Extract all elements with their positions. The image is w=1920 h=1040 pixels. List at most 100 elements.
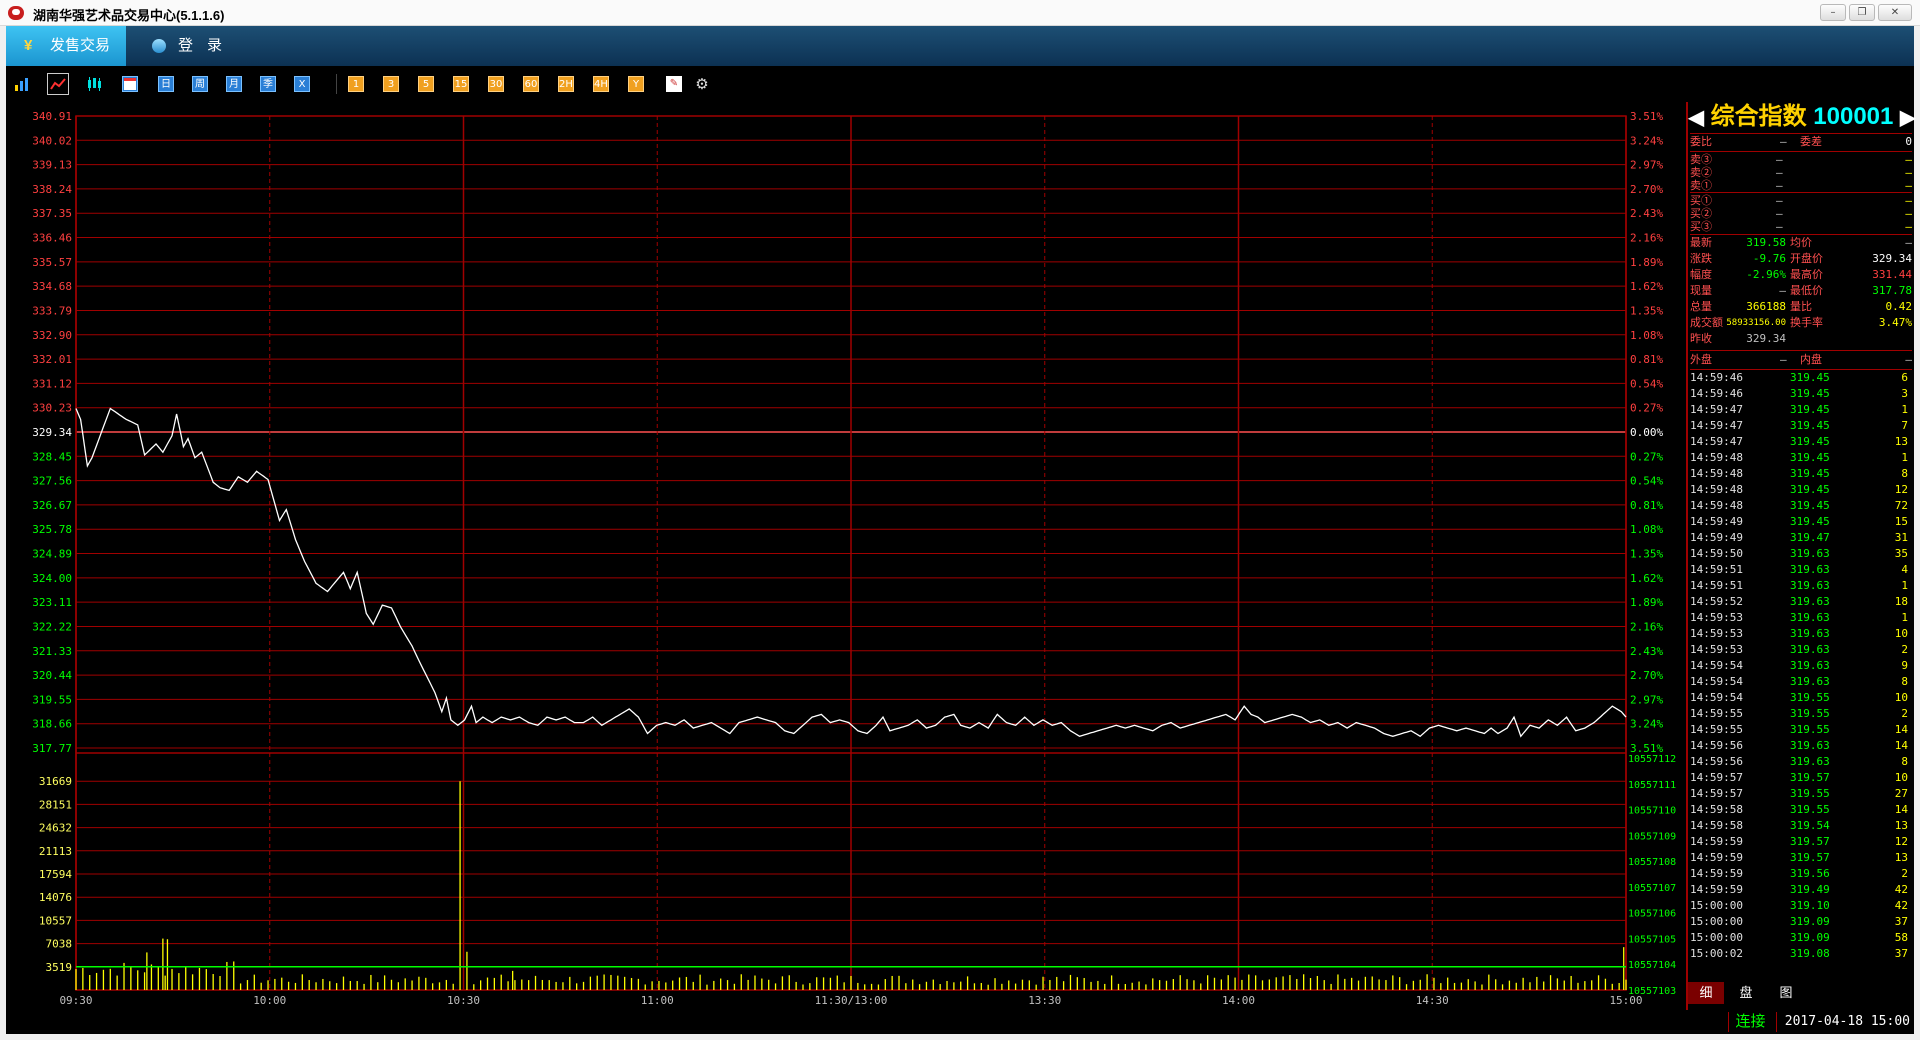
maximize-button[interactable]: ❐ [1849, 4, 1875, 21]
tick-time: 15:00:02 [1690, 947, 1743, 960]
stat-value: -2.96% [1746, 268, 1786, 281]
price-axis-label: 340.91 [32, 110, 72, 123]
tick-row: 14:59:59 319.49 42 [1690, 882, 1912, 898]
tick-time: 14:59:59 [1690, 851, 1743, 864]
period-minute-chart-icon[interactable] [122, 76, 138, 92]
bar-chart-icon[interactable] [14, 76, 30, 92]
close-button[interactable]: ✕ [1878, 4, 1912, 21]
window-title: 湖南华强艺术品交易中心(5.1.1.6) [33, 8, 225, 23]
tick-row: 14:59:53 319.63 10 [1690, 626, 1912, 642]
gear-icon[interactable]: ⚙ [694, 76, 710, 92]
tick-price: 319.55 [1790, 787, 1830, 800]
tick-time: 14:59:56 [1690, 739, 1743, 752]
price-axis-label: 338.24 [32, 183, 72, 196]
tick-row: 14:59:51 319.63 1 [1690, 578, 1912, 594]
minute-period-button-4[interactable]: 30 [488, 76, 504, 92]
tick-row: 14:59:48 319.45 1 [1690, 450, 1912, 466]
stat-value: -9.76 [1752, 252, 1786, 265]
volume-axis-label: 21113 [39, 845, 72, 858]
period-button-4[interactable]: X [294, 76, 310, 92]
prev-arrow-icon[interactable]: ◀ [1689, 107, 1704, 129]
pct-axis-label: 2.43% [1630, 207, 1663, 220]
period-button-2[interactable]: 月 [226, 76, 242, 92]
tick-time: 14:59:54 [1690, 675, 1743, 688]
pct-axis-label: 0.27% [1630, 450, 1663, 463]
line-chart-icon[interactable] [47, 73, 69, 95]
minimize-button[interactable]: – [1820, 4, 1846, 21]
tab-sales-trade[interactable]: ¥ 发售交易 [6, 26, 126, 66]
minute-period-button-6[interactable]: 2H [558, 76, 574, 92]
panel-tab-1[interactable]: 盘 [1728, 982, 1764, 1004]
tick-volume: 27 [1894, 787, 1908, 800]
price-axis-label: 324.89 [32, 548, 72, 561]
divider [1690, 350, 1912, 351]
minute-period-button-2[interactable]: 5 [418, 76, 434, 92]
tick-volume: 1 [1901, 451, 1908, 464]
tick-price: 319.63 [1790, 563, 1830, 576]
panel-tab-0[interactable]: 细 [1688, 982, 1724, 1004]
stat-label: 昨收 [1690, 332, 1712, 345]
tick-price: 319.63 [1790, 547, 1830, 560]
next-arrow-icon[interactable]: ▶ [1900, 107, 1915, 129]
price-axis-label: 336.46 [32, 232, 72, 245]
tick-time: 15:00:00 [1690, 915, 1743, 928]
stat-label: 涨跌 [1690, 252, 1712, 265]
tick-row: 14:59:59 319.56 2 [1690, 866, 1912, 882]
stat-label: 最高价 [1790, 268, 1823, 281]
price-axis-label: 324.00 [32, 572, 72, 585]
price-axis-label: 319.55 [32, 693, 72, 706]
tick-time: 14:59:59 [1690, 867, 1743, 880]
tick-volume: 1 [1901, 403, 1908, 416]
stat-row: 现量 — 最低价 317.78 [1690, 283, 1912, 299]
draw-tool-icon[interactable]: ✎ [666, 76, 682, 92]
tick-price: 319.45 [1790, 387, 1830, 400]
pct-axis-label: 2.97% [1630, 159, 1663, 172]
intraday-chart[interactable]: 340.91 3.51% 340.02 3.24% 339.13 2.97% 338.24 2… [6, 102, 1686, 1010]
stat-value: 3.47% [1878, 316, 1912, 329]
period-button-3[interactable]: 季 [260, 76, 276, 92]
tick-price: 319.55 [1790, 707, 1830, 720]
tick-time: 14:59:55 [1690, 707, 1743, 720]
stat-value: 0.42 [1885, 300, 1913, 313]
tick-price: 319.09 [1790, 931, 1830, 944]
minute-period-button-7[interactable]: 4H [593, 76, 609, 92]
tick-row: 14:59:49 319.47 31 [1690, 530, 1912, 546]
pct-axis-label: 1.35% [1630, 304, 1663, 317]
minute-period-button-3[interactable]: 15 [453, 76, 469, 92]
tick-price: 319.63 [1790, 595, 1830, 608]
tick-price: 319.49 [1790, 883, 1830, 896]
tick-row: 14:59:55 319.55 2 [1690, 706, 1912, 722]
price-axis-label: 334.68 [32, 280, 72, 293]
minute-period-button-5[interactable]: 60 [523, 76, 539, 92]
tick-volume: 4 [1901, 563, 1908, 576]
tick-volume: 13 [1894, 851, 1908, 864]
tick-time: 14:59:46 [1690, 387, 1743, 400]
panel-tab-2[interactable]: 图 [1768, 982, 1804, 1004]
price-axis-label: 337.35 [32, 207, 72, 220]
stat-label: 均价 [1790, 236, 1812, 249]
price-axis-label: 330.23 [32, 402, 72, 415]
oi-axis-label: 10557105 [1628, 934, 1676, 945]
period-button-1[interactable]: 周 [192, 76, 208, 92]
time-axis-label: 14:00 [1222, 994, 1255, 1007]
pct-axis-label: 2.16% [1630, 620, 1663, 633]
price-axis-label: 323.11 [32, 596, 72, 609]
pct-axis-label: 2.97% [1630, 693, 1663, 706]
tick-volume: 1 [1901, 611, 1908, 624]
tick-row: 14:59:47 319.45 1 [1690, 402, 1912, 418]
pct-axis-label: 3.24% [1630, 718, 1663, 731]
tick-volume: 13 [1894, 819, 1908, 832]
tick-row: 14:59:56 319.63 8 [1690, 754, 1912, 770]
volume-axis-label: 10557 [39, 914, 72, 927]
minute-period-button-1[interactable]: 3 [383, 76, 399, 92]
stat-value: — [1779, 284, 1786, 297]
minute-period-button-8[interactable]: Y [628, 76, 644, 92]
period-button-0[interactable]: 日 [158, 76, 174, 92]
candle-chart-icon[interactable] [86, 76, 102, 92]
tick-time: 14:59:59 [1690, 835, 1743, 848]
stat-value: 58933156.00 [1726, 318, 1786, 328]
tick-row: 14:59:48 319.45 72 [1690, 498, 1912, 514]
price-axis-label: 328.45 [32, 450, 72, 463]
minute-period-button-0[interactable]: 1 [348, 76, 364, 92]
tick-time: 14:59:54 [1690, 691, 1743, 704]
